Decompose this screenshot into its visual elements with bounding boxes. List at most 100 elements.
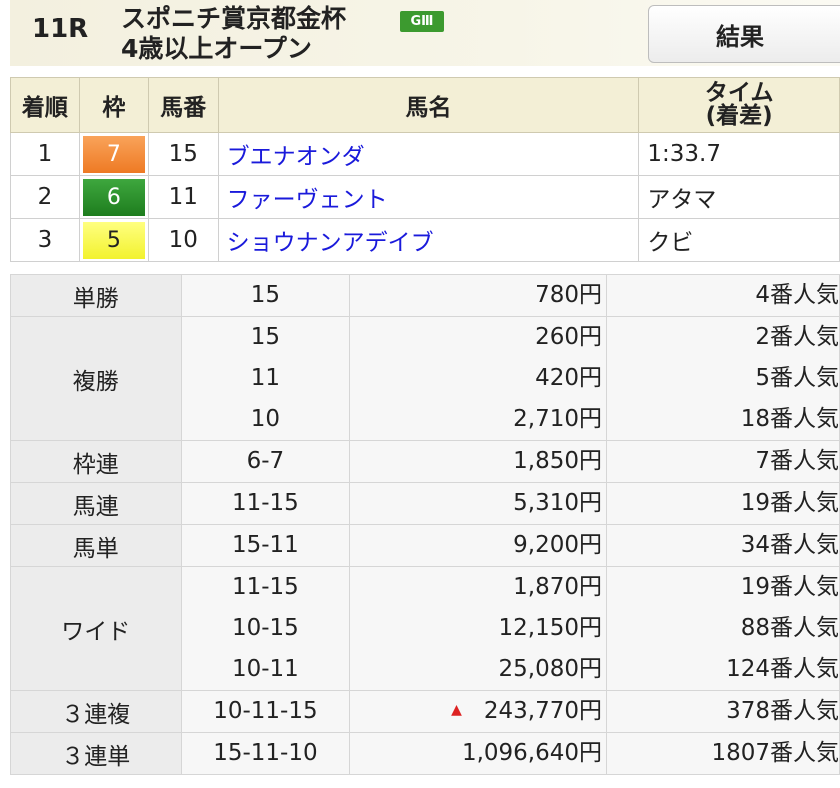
waku-cell: 6 — [78, 175, 149, 219]
col-time: タイム (着差) — [638, 77, 840, 133]
combo: 15-11 — [231, 532, 299, 558]
popularity: 1807番人気 — [711, 740, 839, 766]
col-waku: 枠 — [78, 77, 149, 133]
col-time-label: タイム — [704, 80, 774, 106]
bet-type: 馬連 — [10, 482, 182, 525]
payout: 780円 — [535, 282, 603, 308]
horse-link[interactable]: ブエナオンダ — [217, 132, 640, 176]
payout-row-sanrentan: ３連単 15-11-10 1,096,640円 1807番人気 — [10, 732, 840, 775]
payout: 420円 — [535, 365, 603, 391]
popularity: 18番人気 — [740, 406, 839, 432]
payout-row-wakuren: 枠連 6-7 1,850円 7番人気 — [10, 440, 840, 483]
popularity-cell: 34番人気 — [606, 524, 840, 567]
mark-icon: ▲ — [451, 702, 462, 718]
combo-cell: 11-15 10-15 10-11 — [180, 566, 351, 691]
umaban-cell: 10 — [147, 218, 219, 262]
payout-cell: 1,870円 12,150円 25,080円 — [349, 566, 608, 691]
payouts-table: 単勝 15 780円 4番人気 複勝 15 11 10 260円 420円 2,… — [10, 274, 840, 775]
combo: 11 — [250, 365, 281, 391]
payout-cell: 260円 420円 2,710円 — [349, 316, 608, 441]
payout: 1,870円 — [513, 574, 603, 600]
payout: 260円 — [535, 324, 603, 350]
popularity-cell: 7番人気 — [606, 440, 840, 483]
popularity: 5番人気 — [755, 365, 839, 391]
bet-type: ３連複 — [10, 690, 182, 733]
rank-cell: 3 — [10, 218, 80, 262]
payout: 9,200円 — [513, 532, 603, 558]
time-cell: アタマ — [638, 175, 840, 219]
time-cell: 1:33.7 — [638, 132, 840, 176]
combo-cell: 15 — [180, 274, 351, 317]
bet-type: ３連単 — [10, 732, 182, 775]
results-table: 着順 枠 馬番 馬名 タイム (着差) 1 7 15 ブエナオンダ 1:33.7… — [10, 77, 840, 262]
waku-cell: 7 — [78, 132, 149, 176]
bet-type: 枠連 — [10, 440, 182, 483]
umaban-cell: 11 — [147, 175, 219, 219]
payout: 25,080円 — [498, 656, 603, 682]
combo: 10-11 — [231, 656, 299, 682]
payout-cell: 1,096,640円 — [349, 732, 608, 775]
payout: 1,850円 — [513, 448, 603, 474]
payout-cell: 780円 — [349, 274, 608, 317]
bet-type: 馬単 — [10, 524, 182, 567]
col-horse: 馬名 — [217, 77, 640, 133]
payout-row-sanrenpuku: ３連複 10-11-15 ▲ 243,770円 378番人気 — [10, 690, 840, 733]
payout-row-wide: ワイド 11-15 10-15 10-11 1,870円 12,150円 25,… — [10, 566, 840, 691]
combo: 6-7 — [246, 448, 285, 474]
waku-badge: 6 — [82, 178, 145, 216]
results-header-row: 着順 枠 馬番 馬名 タイム (着差) — [10, 77, 840, 133]
bet-type: 複勝 — [10, 316, 182, 441]
payout-row-fukusho: 複勝 15 11 10 260円 420円 2,710円 2番人気 5番人気 1… — [10, 316, 840, 441]
combo: 15-11-10 — [213, 740, 318, 766]
race-condition: 4歳以上オープン — [121, 34, 312, 63]
rank-cell: 1 — [10, 132, 80, 176]
table-row: 3 5 10 ショウナンアデイブ クビ — [10, 218, 840, 262]
horse-link[interactable]: ファーヴェント — [217, 175, 640, 219]
result-button[interactable]: 結果 — [648, 5, 840, 63]
waku-badge: 7 — [82, 135, 145, 173]
col-umaban: 馬番 — [147, 77, 219, 133]
umaban-cell: 15 — [147, 132, 219, 176]
waku-badge: 5 — [82, 221, 145, 259]
popularity-cell: 1807番人気 — [606, 732, 840, 775]
combo-cell: 15-11 — [180, 524, 351, 567]
payout: 12,150円 — [498, 615, 603, 641]
waku-cell: 5 — [78, 218, 149, 262]
payout: 5,310円 — [513, 490, 603, 516]
payout-cell: ▲ 243,770円 — [349, 690, 608, 733]
popularity: 19番人気 — [740, 574, 839, 600]
popularity: 4番人気 — [755, 282, 839, 308]
payout-row-umaren: 馬連 11-15 5,310円 19番人気 — [10, 482, 840, 525]
payout: 2,710円 — [513, 406, 603, 432]
table-row: 2 6 11 ファーヴェント アタマ — [10, 175, 840, 219]
popularity: 34番人気 — [740, 532, 839, 558]
payout: 1,096,640円 — [461, 740, 603, 766]
table-row: 1 7 15 ブエナオンダ 1:33.7 — [10, 132, 840, 176]
payout-cell: 1,850円 — [349, 440, 608, 483]
combo: 15 — [250, 282, 281, 308]
col-margin-label: (着差) — [705, 103, 773, 129]
race-number: 11R — [32, 14, 89, 44]
combo-cell: 10-11-15 — [180, 690, 351, 733]
horse-link[interactable]: ショウナンアデイブ — [217, 218, 640, 262]
popularity-cell: 378番人気 — [606, 690, 840, 733]
combo: 10 — [250, 406, 281, 432]
popularity: 7番人気 — [755, 448, 839, 474]
payout-cell: 5,310円 — [349, 482, 608, 525]
combo-cell: 11-15 — [180, 482, 351, 525]
popularity: 2番人気 — [755, 324, 839, 350]
race-name: スポニチ賞京都金杯 — [121, 4, 347, 33]
payout-row-tansho: 単勝 15 780円 4番人気 — [10, 274, 840, 317]
combo-cell: 15 11 10 — [180, 316, 351, 441]
time-cell: クビ — [638, 218, 840, 262]
combo-cell: 15-11-10 — [180, 732, 351, 775]
popularity: 88番人気 — [740, 615, 839, 641]
popularity-cell: 2番人気 5番人気 18番人気 — [606, 316, 840, 441]
payout: 243,770円 — [483, 698, 603, 724]
popularity-cell: 4番人気 — [606, 274, 840, 317]
popularity-cell: 19番人気 — [606, 482, 840, 525]
combo: 10-11-15 — [213, 698, 318, 724]
popularity: 378番人気 — [726, 698, 839, 724]
combo: 15 — [250, 324, 281, 350]
bet-type: 単勝 — [10, 274, 182, 317]
